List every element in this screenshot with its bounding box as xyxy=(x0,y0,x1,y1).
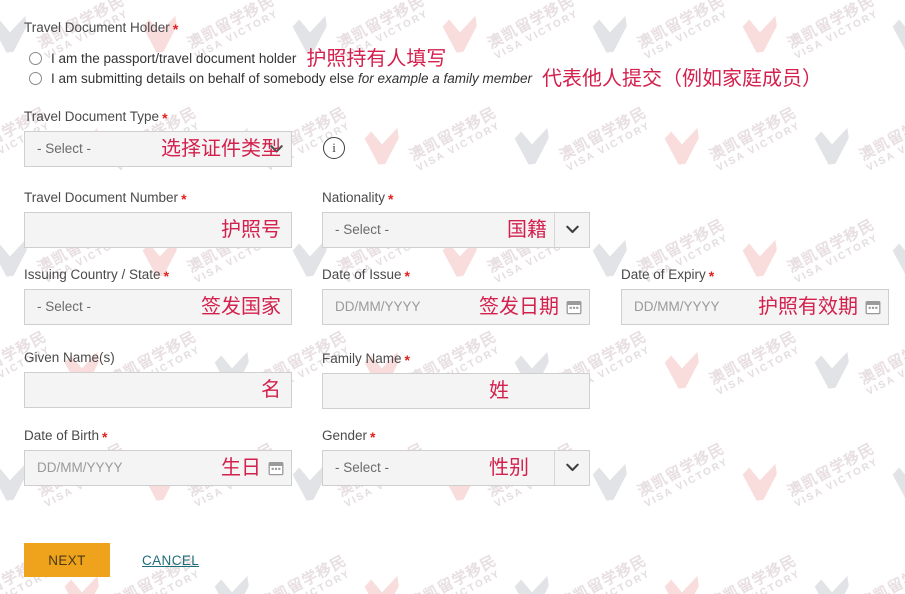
annotation-travel-document-number: 护照号 xyxy=(221,218,281,241)
label-text: Date of Birth xyxy=(24,428,100,443)
watermark-text: 澳凯留学移民VISA VICTORY xyxy=(706,104,803,174)
field-group-date-of-issue: Date of Issue * DD/MM/YYYY 签发日期 xyxy=(322,267,590,325)
watermark-text: 澳凯留学移民VISA VICTORY xyxy=(484,0,581,62)
required-asterisk: * xyxy=(172,21,179,37)
input-date-of-expiry[interactable]: DD/MM/YYYY 护照有效期 xyxy=(621,288,889,325)
input-travel-document-number[interactable]: 护照号 xyxy=(24,211,292,248)
annotation-self: 护照持有人填写 xyxy=(306,47,447,70)
select-nationality[interactable]: - Select - 国籍 xyxy=(322,211,590,248)
label-travel-document-type: Travel Document Type * xyxy=(24,109,292,126)
label-text: Travel Document Holder xyxy=(24,20,170,35)
required-asterisk: * xyxy=(708,268,715,284)
label-text: Travel Document Type xyxy=(24,109,160,124)
field-group-date-of-expiry: Date of Expiry * DD/MM/YYYY 护照有效期 xyxy=(621,267,889,325)
input-placeholder: DD/MM/YYYY xyxy=(335,299,421,314)
calendar-icon[interactable] xyxy=(865,299,881,315)
annotation-date-of-expiry: 护照有效期 xyxy=(758,295,858,318)
select-value: - Select - xyxy=(335,460,390,475)
select-value: - Select - xyxy=(335,222,390,237)
watermark-text: 澳凯留学移民VISA VICTORY xyxy=(856,328,905,398)
label-text: Travel Document Number xyxy=(24,190,179,205)
calendar-icon[interactable] xyxy=(566,299,582,315)
label-gender: Gender * xyxy=(322,428,590,445)
select-value: - Select - xyxy=(37,299,92,314)
chevron-down-icon[interactable] xyxy=(554,450,589,485)
label-issuing-country: Issuing Country / State * xyxy=(24,267,292,284)
watermark-text: 澳凯留学移民VISA VICTORY xyxy=(706,328,803,398)
input-date-of-issue[interactable]: DD/MM/YYYY 签发日期 xyxy=(322,288,590,325)
field-group-issuing-country: Issuing Country / State * - Select - 签发国家 xyxy=(24,267,292,325)
field-group-date-of-birth: Date of Birth * DD/MM/YYYY 生日 xyxy=(24,428,292,486)
label-text: Issuing Country / State xyxy=(24,267,161,282)
required-asterisk: * xyxy=(388,191,394,207)
input-placeholder: DD/MM/YYYY xyxy=(37,460,123,475)
radio-label-on-behalf-example: for example a family member xyxy=(357,71,532,86)
annotation-date-of-birth: 生日 xyxy=(221,456,261,479)
label-nationality: Nationality * xyxy=(322,190,590,207)
label-travel-document-holder: Travel Document Holder * xyxy=(24,20,179,37)
annotation-gender: 性别 xyxy=(489,456,529,479)
radio-label-on-behalf: I am submitting details on behalf of som… xyxy=(51,71,532,86)
cancel-link[interactable]: CANCEL xyxy=(142,553,199,568)
radio-button-self[interactable] xyxy=(29,52,42,65)
label-family-name: Family Name * xyxy=(322,351,590,368)
field-group-given-names: Given Name(s) 名 xyxy=(24,351,292,408)
label-text: Given Name(s) xyxy=(24,350,115,365)
label-given-names: Given Name(s) xyxy=(24,351,292,365)
label-text: Nationality xyxy=(322,190,386,205)
watermark-text: 澳凯留学移民VISA VICTORY xyxy=(556,104,653,174)
annotation-given-names: 名 xyxy=(261,378,281,401)
annotation-family-name: 姓 xyxy=(489,379,509,402)
form-footer: NEXT CANCEL xyxy=(0,543,905,577)
input-family-name[interactable]: 姓 xyxy=(322,372,590,409)
input-given-names[interactable]: 名 xyxy=(24,371,292,408)
annotation-travel-document-type: 选择证件类型 xyxy=(161,137,281,160)
select-value: - Select - xyxy=(37,141,92,156)
annotation-issuing-country: 签发国家 xyxy=(201,295,281,318)
watermark-text: 澳凯留学移民VISA VICTORY xyxy=(784,440,881,510)
label-travel-document-number: Travel Document Number * xyxy=(24,190,292,207)
watermark-text: 澳凯留学移民VISA VICTORY xyxy=(856,104,905,174)
input-date-of-birth[interactable]: DD/MM/YYYY 生日 xyxy=(24,449,292,486)
field-group-nationality: Nationality * - Select - 国籍 xyxy=(322,190,590,248)
select-issuing-country[interactable]: - Select - 签发国家 xyxy=(24,288,292,325)
label-text: Family Name xyxy=(322,351,402,366)
field-group-family-name: Family Name * 姓 xyxy=(322,351,590,409)
label-date-of-birth: Date of Birth * xyxy=(24,428,292,445)
field-group-gender: Gender * - Select - 性别 xyxy=(322,428,590,486)
required-asterisk: * xyxy=(181,191,187,207)
watermark-text: 澳凯留学移民VISA VICTORY xyxy=(784,0,881,62)
input-placeholder: DD/MM/YYYY xyxy=(634,299,720,314)
label-date-of-expiry: Date of Expiry * xyxy=(621,267,889,284)
radio-label-self: I am the passport/travel document holder xyxy=(51,51,297,66)
required-asterisk: * xyxy=(370,429,376,445)
info-circle-icon[interactable]: i xyxy=(323,137,345,159)
label-text: Date of Issue xyxy=(322,267,402,282)
select-gender[interactable]: - Select - 性别 xyxy=(322,449,590,486)
watermark-text: 澳凯留学移民VISA VICTORY xyxy=(634,440,731,510)
required-asterisk: * xyxy=(102,429,108,445)
annotation-date-of-issue: 签发日期 xyxy=(479,295,559,318)
watermark-text: 澳凯留学移民VISA VICTORY xyxy=(634,0,731,62)
next-button[interactable]: NEXT xyxy=(24,543,110,577)
annotation-nationality: 国籍 xyxy=(507,218,547,241)
label-text: Gender xyxy=(322,428,368,443)
required-asterisk: * xyxy=(404,352,410,368)
label-text: Date of Expiry xyxy=(621,267,706,282)
chevron-down-icon[interactable] xyxy=(554,212,589,247)
annotation-on-behalf: 代表他人提交（例如家庭成员） xyxy=(542,67,822,90)
watermark-text: 澳凯留学移民VISA VICTORY xyxy=(406,104,503,174)
required-asterisk: * xyxy=(404,268,410,284)
calendar-icon[interactable] xyxy=(268,460,284,476)
radio-label-on-behalf-main: I am submitting details on behalf of som… xyxy=(51,71,355,86)
label-date-of-issue: Date of Issue * xyxy=(322,267,590,284)
chevron-down-icon xyxy=(270,141,283,156)
radio-button-on-behalf[interactable] xyxy=(29,72,42,85)
required-asterisk: * xyxy=(163,268,170,284)
required-asterisk: * xyxy=(162,110,168,126)
field-group-travel-document-number: Travel Document Number * 护照号 xyxy=(24,190,292,248)
select-travel-document-type[interactable]: - Select - 选择证件类型 xyxy=(24,130,292,167)
